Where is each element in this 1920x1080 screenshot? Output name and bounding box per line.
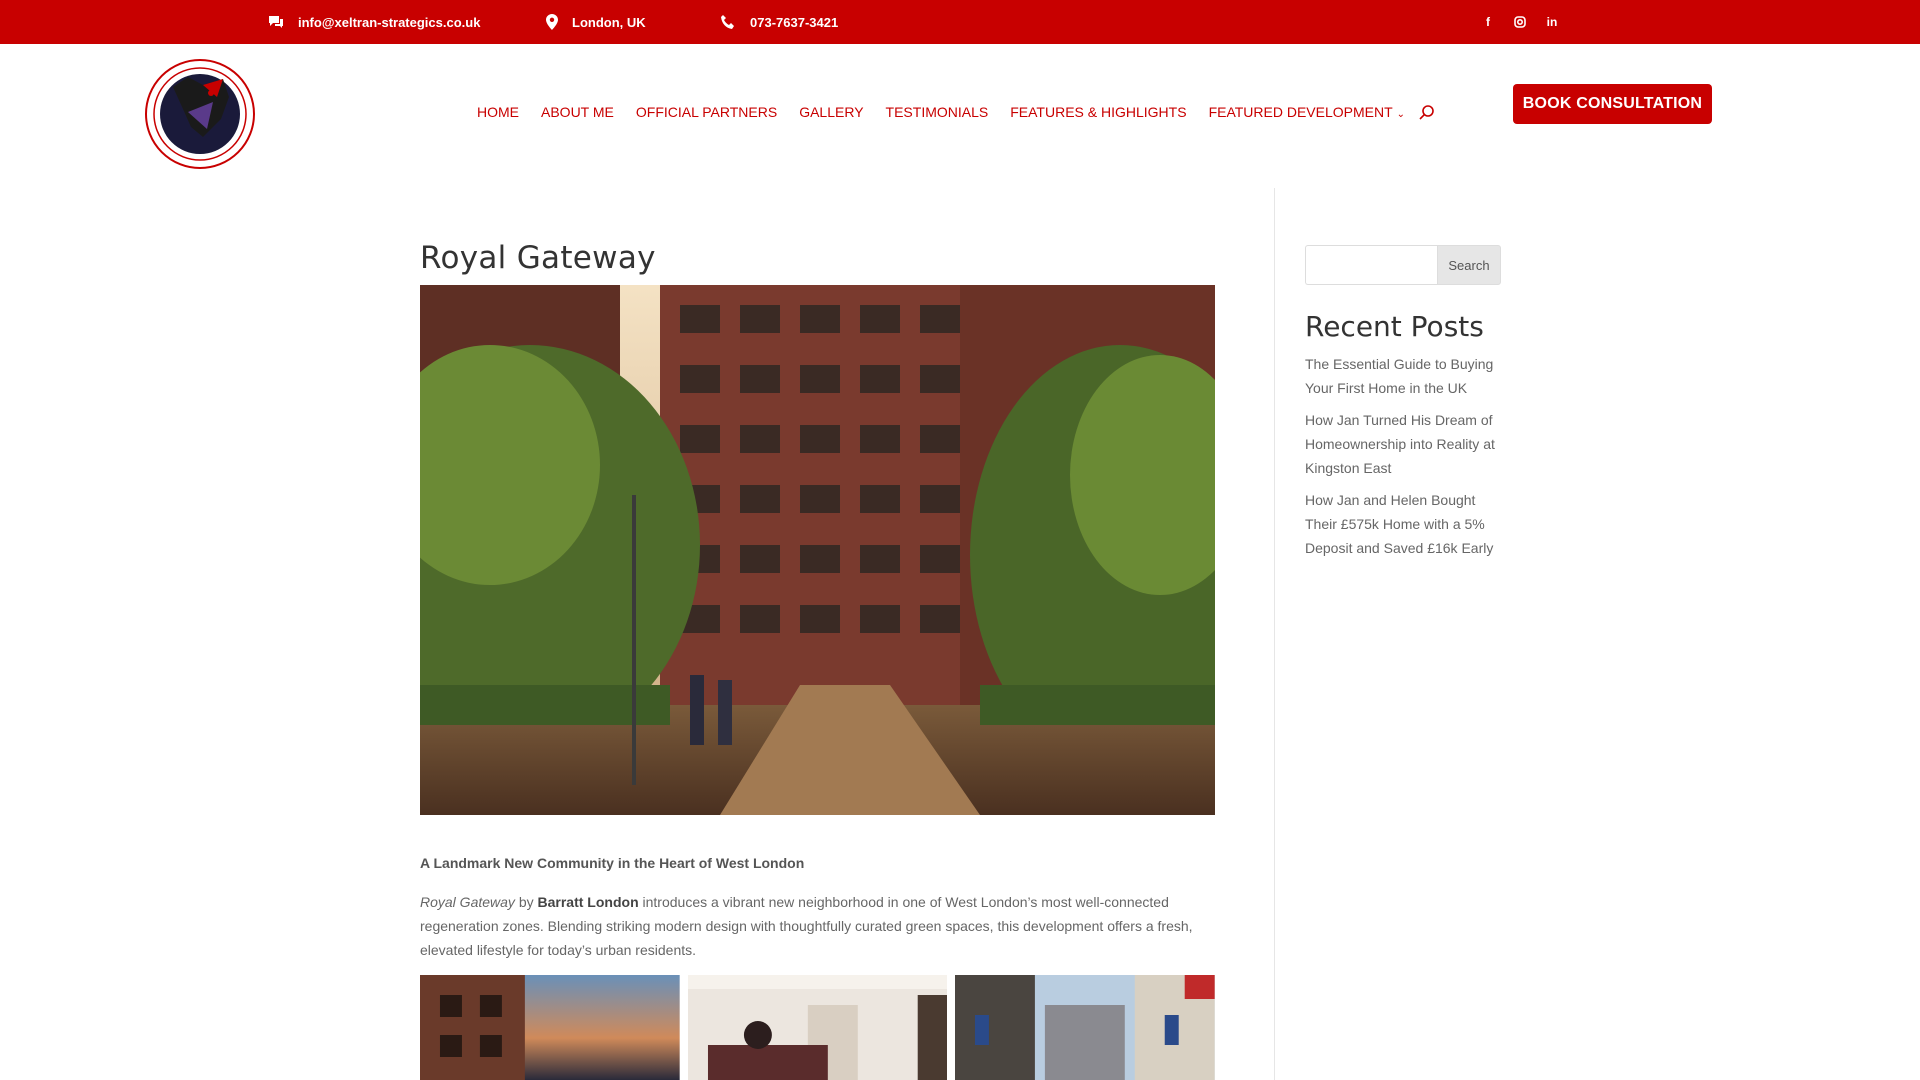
recent-post-link[interactable]: The Essential Guide to Buying Your First… — [1305, 352, 1505, 400]
nav-featured-development[interactable]: FEATURED DEVELOPMENT ⌄ — [1209, 104, 1406, 120]
gallery-thumb[interactable] — [955, 975, 1216, 1080]
nav-gallery[interactable]: GALLERY — [799, 104, 863, 120]
top-bar: info@xeltran-strategics.co.uk London, UK… — [0, 0, 1920, 44]
nav-testimonials[interactable]: TESTIMONIALS — [886, 104, 989, 120]
site-logo[interactable] — [143, 57, 258, 172]
recent-posts-heading: Recent Posts — [1305, 310, 1484, 343]
post-subheading: A Landmark New Community in the Heart of… — [420, 855, 805, 871]
recent-posts-list: The Essential Guide to Buying Your First… — [1305, 352, 1505, 568]
search-icon[interactable] — [1419, 104, 1435, 120]
phone-contact[interactable]: 073-7637-3421 — [720, 0, 838, 44]
nav-official-partners[interactable]: OFFICIAL PARTNERS — [636, 104, 777, 120]
post-intro-name: Royal Gateway — [420, 894, 515, 910]
recent-post-link[interactable]: How Jan Turned His Dream of Homeownershi… — [1305, 408, 1505, 480]
map-pin-icon — [546, 14, 558, 30]
gallery-thumbnails — [420, 975, 1216, 1080]
chevron-down-icon: ⌄ — [1396, 109, 1406, 120]
nav-features-highlights[interactable]: FEATURES & HIGHLIGHTS — [1010, 104, 1186, 120]
chat-icon — [269, 16, 283, 28]
sidebar-search: Search — [1305, 245, 1501, 285]
location-text: London, UK — [572, 14, 646, 30]
social-links: f in — [1480, 0, 1560, 44]
post-intro-developer: Barratt London — [537, 894, 639, 910]
search-button[interactable]: Search — [1437, 245, 1501, 285]
instagram-icon[interactable] — [1512, 14, 1528, 30]
location-contact: London, UK — [546, 0, 646, 44]
nav-about-me[interactable]: ABOUT ME — [541, 104, 614, 120]
page-title: Royal Gateway — [420, 240, 656, 276]
post-intro-by: by — [514, 894, 538, 910]
main-nav: HOME ABOUT ME OFFICIAL PARTNERS GALLERY … — [477, 104, 1435, 120]
gallery-thumb[interactable] — [687, 975, 948, 1080]
facebook-icon[interactable]: f — [1480, 14, 1496, 30]
recent-post-link[interactable]: How Jan and Helen Bought Their £575k Hom… — [1305, 488, 1505, 560]
email-contact[interactable]: info@xeltran-strategics.co.uk — [268, 0, 480, 44]
nav-home[interactable]: HOME — [477, 104, 519, 120]
phone-text: 073-7637-3421 — [750, 14, 839, 30]
nav-featured-development-label: FEATURED DEVELOPMENT — [1208, 104, 1393, 120]
hero-image — [420, 285, 1215, 815]
email-text: info@xeltran-strategics.co.uk — [298, 14, 481, 30]
sidebar-divider — [1274, 188, 1275, 1080]
book-consultation-button[interactable]: BOOK CONSULTATION — [1513, 84, 1712, 124]
search-input[interactable] — [1305, 245, 1437, 285]
linkedin-icon[interactable]: in — [1544, 14, 1560, 30]
phone-icon — [721, 15, 734, 29]
gallery-thumb[interactable] — [420, 975, 680, 1080]
post-intro: Royal Gateway by Barratt London introduc… — [420, 890, 1210, 962]
